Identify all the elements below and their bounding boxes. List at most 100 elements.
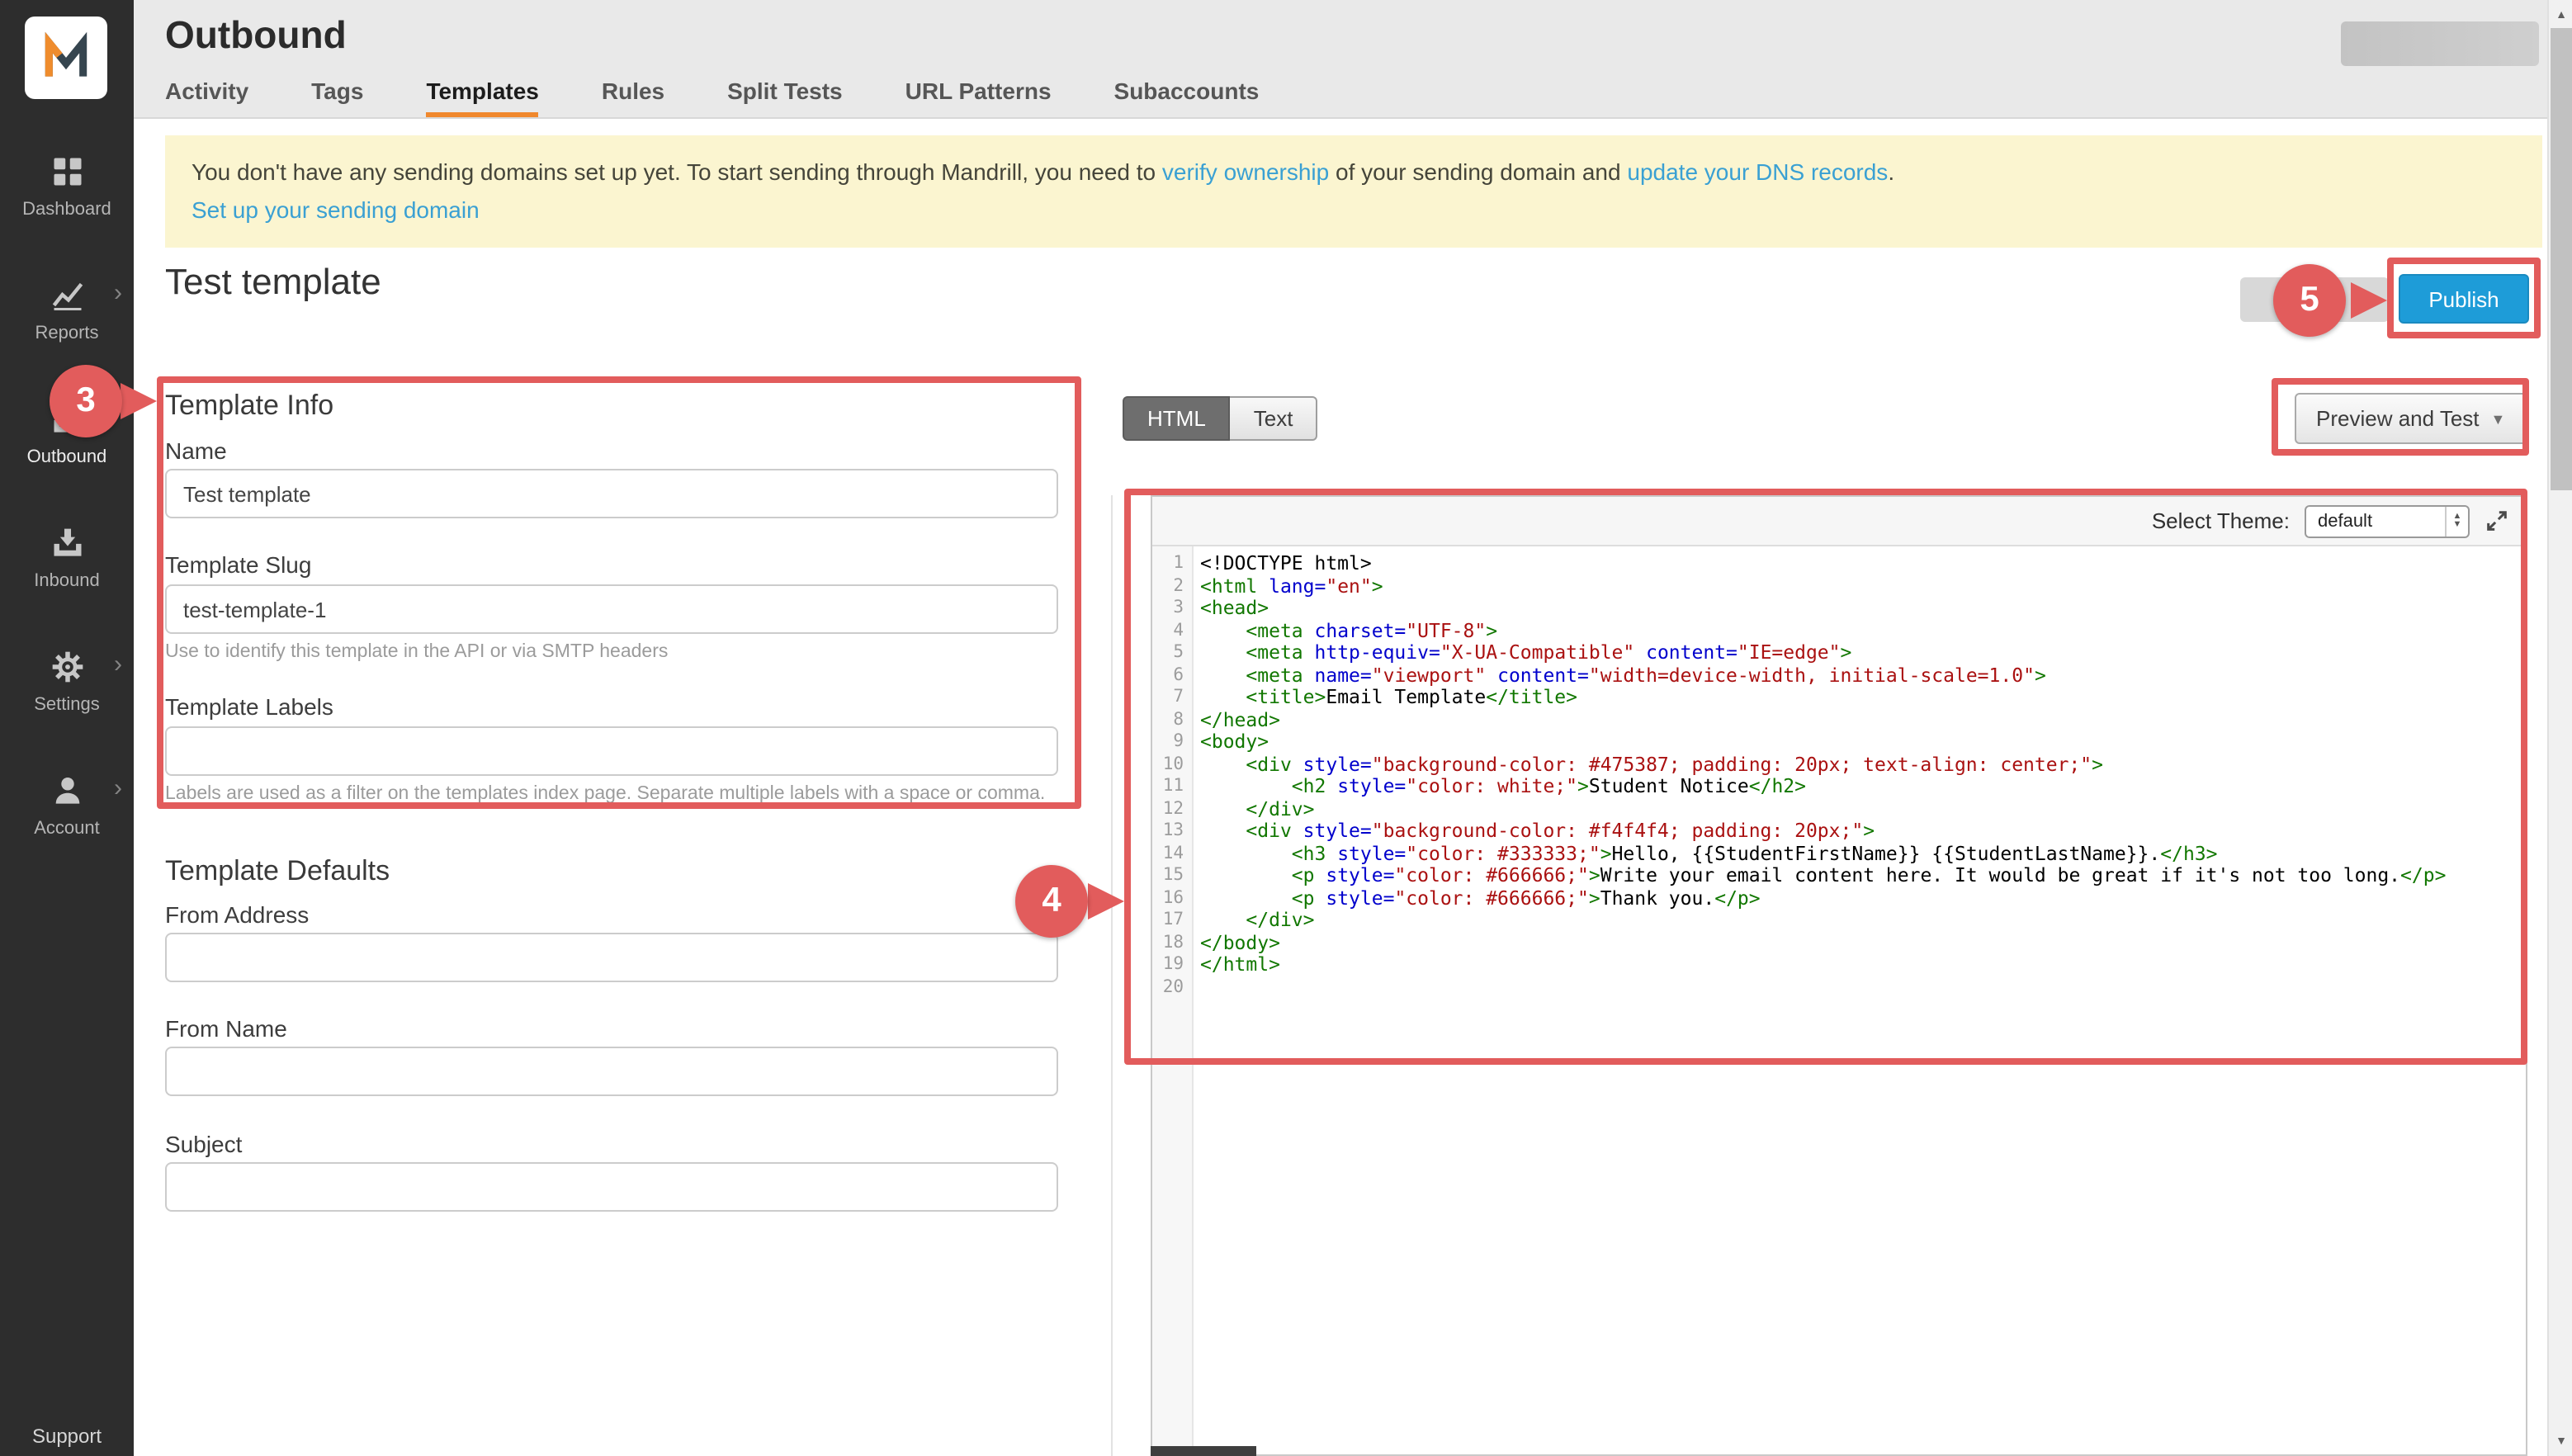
verify-ownership-link[interactable]: verify ownership (1162, 158, 1329, 185)
mandrill-m-icon (38, 30, 94, 86)
from-name-label: From Name (165, 1015, 287, 1042)
line-number: 7 (1152, 687, 1192, 709)
scroll-up-icon[interactable]: ▲ (2549, 2, 2572, 28)
code-line[interactable]: 1<!DOCTYPE html> (1152, 553, 2526, 575)
code-line[interactable]: 9<body> (1152, 731, 2526, 754)
main-area: Outbound Activity Tags Templates Rules Split… (134, 0, 2547, 1456)
settings-gear-icon (49, 649, 85, 685)
line-number: 13 (1152, 820, 1192, 843)
code-line[interactable]: 13 <div style="background-color: #f4f4f4… (1152, 820, 2526, 843)
setup-sending-domain-link[interactable]: Set up your sending domain (191, 196, 480, 223)
line-number: 1 (1152, 553, 1192, 575)
line-number: 15 (1152, 865, 1192, 887)
line-number: 8 (1152, 709, 1192, 731)
labels-help-text: Labels are used as a filter on the templ… (165, 784, 1045, 804)
code-line[interactable]: 15 <p style="color: #666666;">Write your… (1152, 865, 2526, 887)
sidebar-item-account[interactable]: Account› (0, 761, 134, 885)
sidebar-item-label: Account (34, 819, 100, 839)
banner-text: of your sending domain and (1329, 158, 1627, 185)
banner-line-1: You don't have any sending domains set u… (191, 154, 2516, 191)
section-tabs: Activity Tags Templates Rules Split Tests URL… (165, 78, 1259, 117)
sidebar-item-settings[interactable]: Settings› (0, 637, 134, 761)
code-line-text: <h3 style="color: #333333;">Hello, {{Stu… (1192, 843, 2218, 865)
tab-tags[interactable]: Tags (311, 78, 363, 117)
html-mode-tab[interactable]: HTML (1123, 396, 1231, 441)
section-title: Outbound (165, 13, 347, 58)
code-line[interactable]: 6 <meta name="viewport" content="width=d… (1152, 664, 2526, 687)
code-line-text: <!DOCTYPE html> (1192, 553, 1372, 575)
sidebar-nav: DashboardReports›OutboundInboundSettings… (0, 142, 134, 885)
line-number: 10 (1152, 754, 1192, 776)
code-line-text: <meta http-equiv="X-UA-Compatible" conte… (1192, 642, 1851, 664)
subject-input[interactable] (165, 1162, 1058, 1212)
code-line[interactable]: 5 <meta http-equiv="X-UA-Compatible" con… (1152, 642, 2526, 664)
user-menu-redacted[interactable] (2341, 21, 2539, 66)
template-name-input[interactable] (165, 469, 1058, 518)
scrollbar-thumb[interactable] (2551, 28, 2572, 490)
mandrill-logo[interactable] (25, 17, 107, 99)
code-line[interactable]: 4 <meta charset="UTF-8"> (1152, 620, 2526, 642)
code-line[interactable]: 17 </div> (1152, 910, 2526, 932)
secondary-action-button[interactable] (2240, 277, 2389, 322)
sidebar: DashboardReports›OutboundInboundSettings… (0, 0, 134, 1456)
code-line[interactable]: 10 <div style="background-color: #475387… (1152, 754, 2526, 776)
sidebar-item-inbound[interactable]: Inbound (0, 513, 134, 637)
update-dns-records-link[interactable]: update your DNS records (1627, 158, 1888, 185)
tab-templates[interactable]: Templates (426, 78, 538, 117)
code-line[interactable]: 8</head> (1152, 709, 2526, 731)
code-line-text: </html> (1192, 954, 1280, 976)
preview-and-test-label: Preview and Test (2316, 406, 2480, 431)
mandrill-app-window: DashboardReports›OutboundInboundSettings… (0, 0, 2572, 1456)
tab-activity[interactable]: Activity (165, 78, 248, 117)
line-number: 11 (1152, 776, 1192, 798)
code-line[interactable]: 19</html> (1152, 954, 2526, 976)
code-line[interactable]: 11 <h2 style="color: white;">Student Not… (1152, 776, 2526, 798)
template-slug-label: Template Slug (165, 551, 311, 578)
tab-url-patterns[interactable]: URL Patterns (905, 78, 1052, 117)
line-number: 4 (1152, 620, 1192, 642)
from-address-input[interactable] (165, 933, 1058, 982)
tab-split-tests[interactable]: Split Tests (727, 78, 843, 117)
line-number: 12 (1152, 798, 1192, 820)
account-person-icon (49, 773, 85, 809)
text-mode-tab[interactable]: Text (1231, 396, 1318, 441)
preview-and-test-button[interactable]: Preview and Test ▼ (2295, 393, 2527, 444)
support-link[interactable]: Support (0, 1425, 134, 1448)
scroll-down-icon[interactable]: ▼ (2549, 1428, 2572, 1454)
tab-rules[interactable]: Rules (602, 78, 664, 117)
code-line-text: <meta name="viewport" content="width=dev… (1192, 664, 2046, 687)
tab-subaccounts[interactable]: Subaccounts (1114, 78, 1260, 117)
chevron-right-icon: › (114, 652, 122, 677)
publish-button[interactable]: Publish (2399, 274, 2529, 324)
content-area: You don't have any sending domains set u… (134, 119, 2547, 1456)
code-line-text: <p style="color: #666666;">Thank you.</p… (1192, 887, 1761, 910)
code-line[interactable]: 2<html lang="en"> (1152, 575, 2526, 598)
code-line[interactable]: 12 </div> (1152, 798, 2526, 820)
select-stepper-icon: ▲▼ (2445, 506, 2468, 536)
code-line[interactable]: 20 (1152, 976, 2526, 999)
line-number: 18 (1152, 932, 1192, 954)
from-address-label: From Address (165, 901, 309, 928)
line-number: 14 (1152, 843, 1192, 865)
code-area[interactable]: 1<!DOCTYPE html>2<html lang="en">3<head>… (1152, 546, 2526, 1451)
code-line[interactable]: 3<head> (1152, 598, 2526, 620)
vertical-scrollbar[interactable]: ▲ ▼ (2547, 0, 2572, 1456)
code-line[interactable]: 7 <title>Email Template</title> (1152, 687, 2526, 709)
code-line[interactable]: 18</body> (1152, 932, 2526, 954)
fullscreen-icon[interactable] (2485, 508, 2509, 533)
template-slug-input[interactable] (165, 584, 1058, 634)
code-line[interactable]: 16 <p style="color: #666666;">Thank you.… (1152, 887, 2526, 910)
code-line[interactable]: 14 <h3 style="color: #333333;">Hello, {{… (1152, 843, 2526, 865)
from-name-input[interactable] (165, 1047, 1058, 1096)
code-line-text: <html lang="en"> (1192, 575, 1383, 598)
code-editor-panel: Select Theme: default ▲▼ 1<!DOCTYPE html… (1151, 495, 2527, 1456)
code-line-text: </div> (1192, 798, 1315, 820)
sidebar-item-outbound[interactable]: Outbound (0, 390, 134, 513)
sidebar-item-dashboard[interactable]: Dashboard (0, 142, 134, 266)
line-number: 9 (1152, 731, 1192, 754)
theme-select[interactable]: default ▲▼ (2305, 504, 2470, 537)
template-labels-input[interactable] (165, 726, 1058, 776)
banner-text: . (1888, 158, 1894, 185)
sidebar-item-reports[interactable]: Reports› (0, 266, 134, 390)
editor-hscroll-thumb[interactable] (1151, 1446, 1256, 1456)
